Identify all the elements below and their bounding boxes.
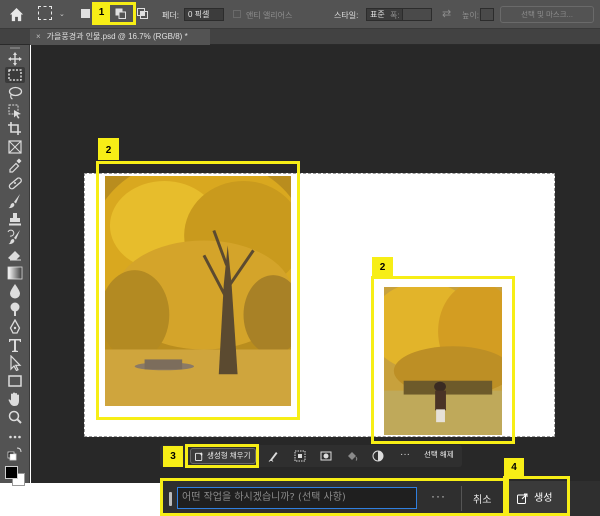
eraser-icon <box>8 251 21 261</box>
type-icon <box>9 339 21 352</box>
document-tab-bar: × 가을풍경과 인물.psd @ 16.7% (RGB/8) * <box>0 29 600 45</box>
eraser-tool[interactable] <box>5 247 25 263</box>
foreground-color-swatch[interactable] <box>5 466 18 479</box>
panel-grip <box>10 47 20 49</box>
modify-selection-icon[interactable] <box>268 450 280 462</box>
dodge-icon <box>10 302 20 316</box>
annotation-badge-2b: 2 <box>372 257 393 278</box>
blur-tool[interactable] <box>5 283 25 299</box>
frame-icon <box>8 140 22 154</box>
gradient-icon <box>7 266 23 280</box>
eyedropper-icon <box>9 158 22 173</box>
brush-icon <box>8 194 20 209</box>
deselect-button[interactable]: 선택 해제 <box>424 449 454 460</box>
taskbar-more-icon[interactable]: ··· <box>400 449 410 460</box>
rectangle-icon <box>8 375 22 387</box>
pen-tool[interactable] <box>5 318 25 335</box>
annotation-badge-1: 1 <box>93 3 110 23</box>
options-bar: ⌄ 페더: 0 픽셀 앤티 앨리어스 스타일: 표준 ⌄ 폭: ⇄ 높이: 선택… <box>0 0 600 29</box>
fill-bucket-icon[interactable] <box>346 450 358 462</box>
annotation-badge-4: 4 <box>504 458 524 478</box>
rectangular-marquee-preset-icon[interactable] <box>38 6 52 20</box>
move-tool[interactable] <box>5 51 25 67</box>
highlight-box-3 <box>185 444 259 468</box>
clone-stamp-tool[interactable] <box>5 211 25 227</box>
swap-colors-icon <box>7 447 22 461</box>
move-icon <box>8 52 22 66</box>
crop-icon <box>8 122 21 135</box>
path-arrow-icon <box>10 354 22 372</box>
history-brush-tool[interactable] <box>5 229 25 245</box>
object-selection-tool[interactable] <box>5 103 25 119</box>
history-brush-icon <box>7 229 20 245</box>
antialias-label: 앤티 앨리어스 <box>246 11 293 20</box>
brush-tool[interactable] <box>5 193 25 209</box>
stamp-icon <box>9 213 21 226</box>
intersect-selection-icon[interactable] <box>137 8 148 19</box>
swap-colors-tool[interactable] <box>5 445 25 461</box>
dodge-tool[interactable] <box>5 301 25 317</box>
chevron-down-icon[interactable]: ⌄ <box>59 10 65 18</box>
adjustment-layer-icon[interactable] <box>372 450 384 462</box>
zoom-tool[interactable] <box>5 409 25 425</box>
crop-tool[interactable] <box>5 121 25 137</box>
object-selection-icon <box>8 104 21 119</box>
feather-label: 페더: <box>162 11 179 20</box>
zoom-magnifier-icon <box>8 410 22 424</box>
hand-icon <box>8 392 19 406</box>
antialias-checkbox[interactable] <box>233 10 241 18</box>
width-label: 폭: <box>390 11 400 20</box>
highlight-box-2b <box>371 276 515 444</box>
swap-arrows-icon: ⇄ <box>442 8 452 20</box>
mask-icon[interactable] <box>320 450 332 462</box>
hand-tool[interactable] <box>5 391 25 407</box>
height-input <box>480 8 494 21</box>
style-select-value: 표준 <box>370 10 385 19</box>
type-tool[interactable] <box>5 337 25 353</box>
lasso-icon <box>8 86 23 100</box>
annotation-badge-2a: 2 <box>98 138 119 160</box>
width-input <box>402 8 432 21</box>
height-label: 높이: <box>462 11 479 20</box>
highlight-box-prompt <box>160 478 509 516</box>
style-label: 스타일: <box>334 11 359 20</box>
marquee-icon <box>8 69 22 81</box>
new-selection-icon[interactable] <box>80 8 91 19</box>
feather-input[interactable]: 0 픽셀 <box>184 8 224 21</box>
more-dots-icon <box>9 435 21 439</box>
blur-drop-icon <box>10 284 20 299</box>
select-and-mask-button[interactable]: 선택 및 마스크... <box>500 6 594 23</box>
annotation-badge-3: 3 <box>163 446 183 467</box>
foreground-background-color[interactable] <box>4 465 26 487</box>
rectangle-tool[interactable] <box>5 373 25 389</box>
document-tab-title: 가을풍경과 인물.psd @ 16.7% (RGB/8) * <box>46 32 188 41</box>
highlight-box-2a <box>96 161 300 420</box>
home-icon[interactable] <box>9 7 24 22</box>
path-selection-tool[interactable] <box>5 354 25 372</box>
rectangular-marquee-tool[interactable] <box>5 67 25 83</box>
document-tab[interactable]: × 가을풍경과 인물.psd @ 16.7% (RGB/8) * <box>30 29 210 45</box>
close-tab-icon[interactable]: × <box>36 32 41 41</box>
invert-selection-icon[interactable] <box>294 450 306 462</box>
more-tools[interactable] <box>5 429 25 445</box>
highlight-box-4 <box>503 476 570 516</box>
gradient-tool[interactable] <box>5 265 25 281</box>
eyedropper-tool[interactable] <box>5 157 25 173</box>
lasso-tool[interactable] <box>5 85 25 101</box>
pen-icon <box>9 318 21 334</box>
frame-tool[interactable] <box>5 139 25 155</box>
healing-brush-icon <box>8 177 22 190</box>
tools-panel <box>0 45 30 486</box>
spot-healing-tool[interactable] <box>5 175 25 191</box>
